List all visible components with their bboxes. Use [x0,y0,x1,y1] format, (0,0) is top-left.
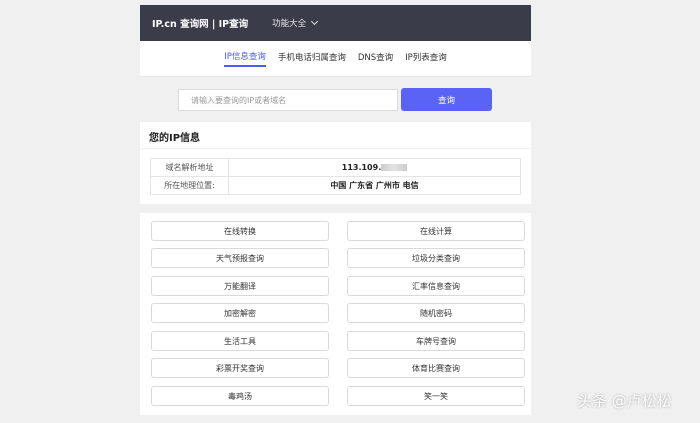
search-input[interactable] [178,89,398,111]
tool-online-convert[interactable]: 在线转换 [151,221,329,241]
site-brand[interactable]: IP.cn 查询网 | IP查询 [152,16,248,30]
tab-ip-list[interactable]: IP列表查询 [405,51,447,66]
tool-garbage-sort[interactable]: 垃圾分类查询 [347,248,525,268]
ip-info-card: 您的IP信息 域名解析地址 113.109. 所在地理位置: 中国 广东省 广州… [140,122,531,204]
domain-resolve-key: 域名解析地址 [150,158,229,177]
tool-jokes[interactable]: 笑一笑 [347,386,525,406]
tool-encrypt-decrypt[interactable]: 加密解密 [151,303,329,323]
features-menu[interactable]: 功能大全 [272,17,319,29]
location-value: 中国 广东省 广州市 电信 [228,176,521,195]
tab-dns[interactable]: DNS查询 [358,51,393,66]
tool-random-password[interactable]: 随机密码 [347,303,525,323]
tool-license-plate[interactable]: 车牌号查询 [347,331,525,351]
ip-info-table: 域名解析地址 113.109. 所在地理位置: 中国 广东省 广州市 电信 [150,158,521,195]
table-row: 域名解析地址 113.109. [150,158,521,177]
tool-sports[interactable]: 体育比赛查询 [347,358,525,378]
ip-info-title: 您的IP信息 [149,133,201,144]
domain-resolve-value: 113.109. [228,158,521,177]
redacted-ip-mask [381,164,408,171]
watermark: 头条 @卢松松 [577,392,672,410]
tab-phone-location[interactable]: 手机电话归属查询 [278,51,346,66]
tool-life-tools[interactable]: 生活工具 [151,331,329,351]
ip-address-value: 113.109. [341,163,382,172]
top-navbar: IP.cn 查询网 | IP查询 功能大全 [140,5,531,41]
tool-translate[interactable]: 万能翻译 [151,276,329,296]
table-row: 所在地理位置: 中国 广东省 广州市 电信 [150,176,521,195]
query-button[interactable]: 查询 [401,88,492,111]
tools-grid: 在线转换 在线计算 天气预报查询 垃圾分类查询 万能翻译 汇率信息查询 加密解密… [140,213,531,415]
tool-chicken-soup[interactable]: 毒鸡汤 [151,386,329,406]
tab-ip-info[interactable]: IP信息查询 [224,50,266,67]
tool-exchange-rate[interactable]: 汇率信息查询 [347,276,525,296]
divider [140,148,531,149]
location-key: 所在地理位置: [150,176,229,195]
tool-online-calc[interactable]: 在线计算 [347,221,525,241]
tool-weather[interactable]: 天气预报查询 [151,248,329,268]
features-menu-label: 功能大全 [272,19,307,29]
chevron-down-icon [311,17,319,26]
query-tabs: IP信息查询 手机电话归属查询 DNS查询 IP列表查询 [140,41,531,77]
tool-lottery[interactable]: 彩票开奖查询 [151,358,329,378]
